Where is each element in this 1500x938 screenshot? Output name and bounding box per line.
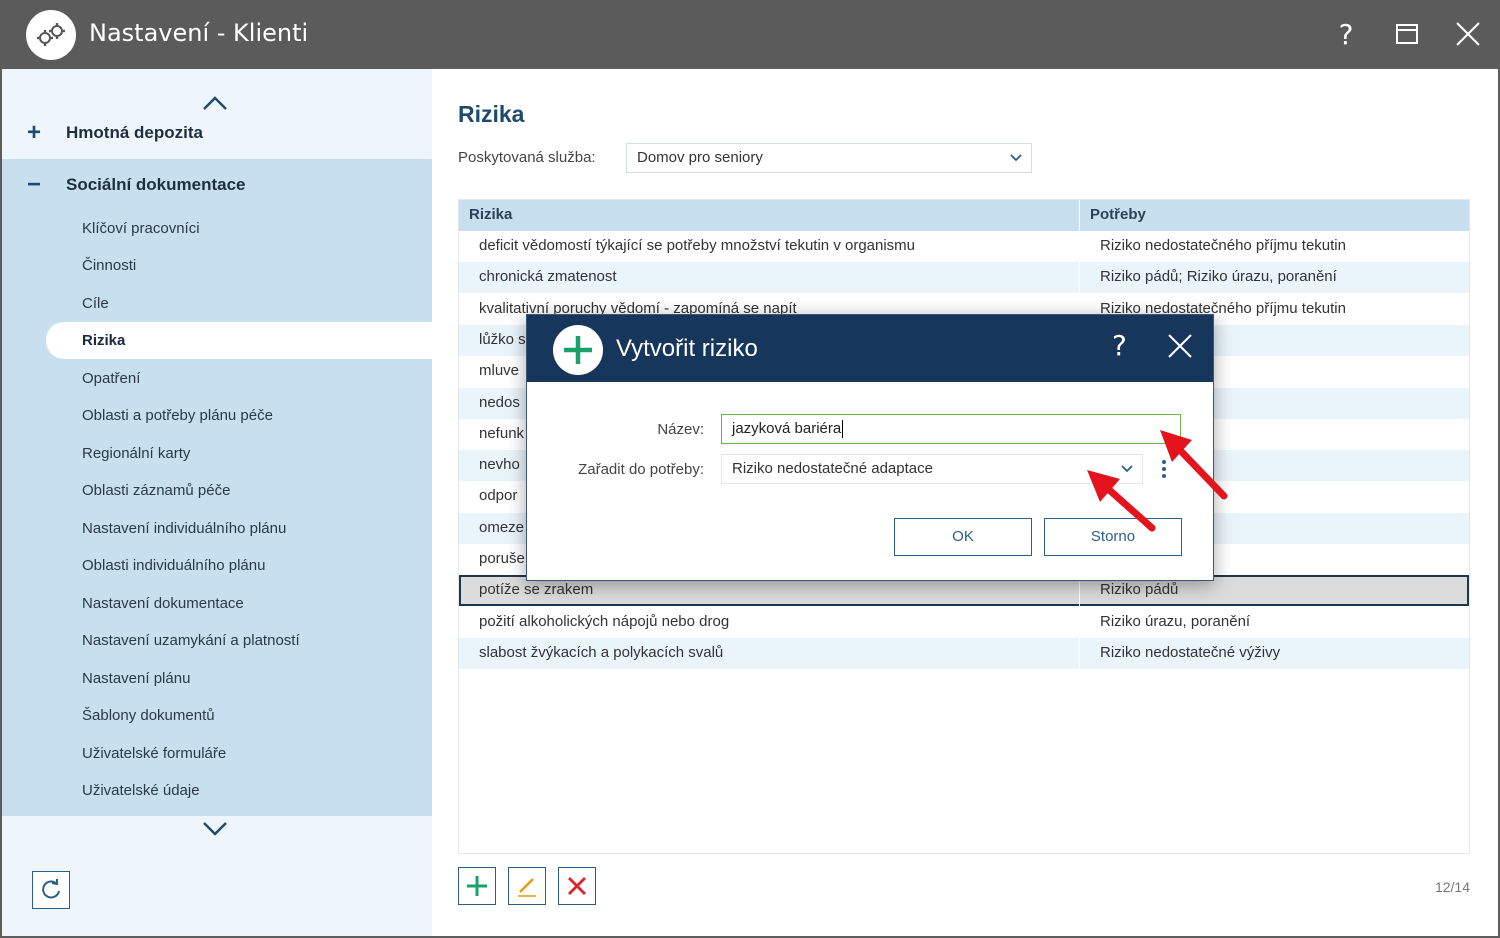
sidebar-top: + Hmotná depozita [2,69,432,159]
column-header-potreby[interactable]: Potřeby [1090,206,1146,223]
sidebar-item-uzivatelske-formulare[interactable]: Uživatelské formuláře [82,735,226,772]
sidebar-item-sablony-dokumentu[interactable]: Šablony dokumentů [82,697,215,734]
name-input[interactable]: jazyková bariéra [721,414,1181,444]
sidebar-group-label: Sociální dokumentace [66,175,246,194]
cell-riziko: požití alkoholických nápojů nebo drog [479,612,730,630]
name-value: jazyková bariéra [732,420,842,437]
service-select[interactable]: Domov pro seniory [626,143,1032,173]
cell-riziko: mluve [479,362,520,380]
table-row[interactable]: chronická zmatenost Riziko pádů; Riziko ú… [459,262,1469,294]
table-row[interactable]: slabost žvýkacích a polykacích svalů Rizi… [459,637,1469,669]
sidebar-list: − Sociální dokumentace Klíčoví pracovníc… [2,159,436,816]
sidebar-bottom [2,816,432,936]
add-button[interactable] [458,867,496,905]
plus-icon [467,876,487,896]
refresh-button[interactable] [32,871,70,909]
dialog-title: Vytvořit riziko [616,335,758,362]
edit-button[interactable] [508,867,546,905]
sidebar-group-socialni-dokumentace[interactable]: − Sociální dokumentace [2,161,432,209]
column-divider [1079,637,1080,669]
sidebar: + Hmotná depozita − Sociální dokumentace… [2,69,436,936]
sidebar-item-cile[interactable]: Cíle [82,285,109,322]
pencil-icon [518,878,536,897]
cell-potreby: Riziko pádů; Riziko úrazu, poranění [1100,268,1337,286]
chevron-down-icon [1121,465,1133,473]
cell-riziko: lůžko s [479,330,526,348]
title-bar: Nastavení - Klienti ? [0,0,1500,69]
sidebar-item-opatreni[interactable]: Opatření [82,360,140,397]
delete-button[interactable] [558,867,596,905]
close-icon [1456,22,1480,46]
sidebar-item-nastaveni-uzamykani[interactable]: Nastavení uzamykání a platností [82,622,300,659]
cell-potreby: Riziko nedostatečného příjmu tekutin [1100,237,1346,254]
category-label: Zařadit do potřeby: [578,461,704,478]
cell-riziko: nedos [479,393,520,411]
window-title: Nastavení - Klienti [89,19,309,47]
cell-riziko: deficit vědomostí týkající se potřeby mn… [479,237,916,254]
sidebar-item-cinnosti[interactable]: Činnosti [82,247,136,284]
column-divider [1079,262,1080,294]
more-options-icon[interactable] [1159,458,1169,482]
cell-riziko: chronická zmatenost [479,268,617,286]
column-divider [1079,606,1080,638]
cell-riziko: poruše [479,550,525,567]
cell-potreby: Riziko úrazu, poranění [1100,612,1251,630]
close-button[interactable] [1448,14,1488,54]
category-value: Riziko nedostatečné adaptace [732,460,933,477]
collapse-icon: − [26,171,41,198]
maximize-button[interactable] [1387,14,1427,54]
help-button[interactable]: ? [1326,14,1366,54]
chevron-down-icon[interactable] [202,820,228,836]
cell-riziko: potíže se zrakem [479,581,594,599]
plus-icon [553,325,603,375]
service-value: Domov pro seniory [637,149,763,166]
sidebar-item-regionalni-karty[interactable]: Regionální karty [82,435,190,472]
cell-riziko: nefunk [479,424,525,442]
create-risk-dialog: Vytvořit riziko ? Název: jazyková bariér… [526,314,1214,581]
category-select[interactable]: Riziko nedostatečné adaptace [721,454,1143,484]
dialog-header: Vytvořit riziko ? [527,315,1213,382]
dialog-help-button[interactable]: ? [1112,329,1127,362]
sidebar-item-klicovi-pracovnici[interactable]: Klíčoví pracovníci [82,210,200,247]
sidebar-item-oblasti-a-potreby[interactable]: Oblasti a potřeby plánu péče [82,397,273,434]
ok-button[interactable]: OK [894,518,1032,556]
dialog-close-icon[interactable] [1167,333,1193,359]
column-divider [1079,231,1080,262]
sidebar-item-nastaveni-dokumentace[interactable]: Nastavení dokumentace [82,585,244,622]
pager: 12/14 [1434,879,1470,895]
cell-riziko: omeze [479,518,525,536]
table-row[interactable]: požití alkoholických nápojů nebo drog Riz… [459,606,1469,638]
sidebar-group-label: Hmotná depozita [66,123,203,142]
cell-potreby: Riziko nedostatečné výživy [1100,643,1281,661]
cell-riziko: slabost žvýkacích a polykacích svalů [479,643,724,661]
sidebar-item-rizika[interactable]: Rizika [46,322,436,359]
name-label: Název: [657,421,704,438]
cell-riziko: odpor [479,487,518,505]
expand-icon: + [26,119,41,146]
delete-x-icon [568,877,586,895]
sidebar-item-oblasti-ind-planu[interactable]: Oblasti individuálního plánu [82,547,265,584]
column-divider [1079,200,1080,231]
cell-potreby: Riziko pádů [1100,581,1179,599]
service-label: Poskytovaná služba: [458,149,596,166]
text-caret [842,420,844,439]
sidebar-item-uzivatelske-udaje[interactable]: Uživatelské údaje [82,772,200,809]
column-header-rizika[interactable]: Rizika [469,206,512,223]
table-row[interactable]: deficit vědomostí týkající se potřeby mn… [459,231,1469,262]
page-title: Rizika [458,101,525,127]
chevron-down-icon [1010,154,1022,162]
sidebar-item-nastaveni-planu[interactable]: Nastavení plánu [82,660,190,697]
sidebar-item-oblasti-zaznamu[interactable]: Oblasti záznamů péče [82,472,230,509]
maximize-icon [1396,24,1418,44]
cancel-button[interactable]: Storno [1044,518,1182,556]
gears-icon [26,10,76,60]
cell-riziko: nevho [479,456,520,474]
sidebar-group-hmotna-depozita[interactable]: + Hmotná depozita [2,109,432,157]
sidebar-item-nastaveni-ind-planu[interactable]: Nastavení individuálního plánu [82,510,286,547]
table-header: Rizika Potřeby [459,200,1469,231]
refresh-icon [42,879,60,899]
